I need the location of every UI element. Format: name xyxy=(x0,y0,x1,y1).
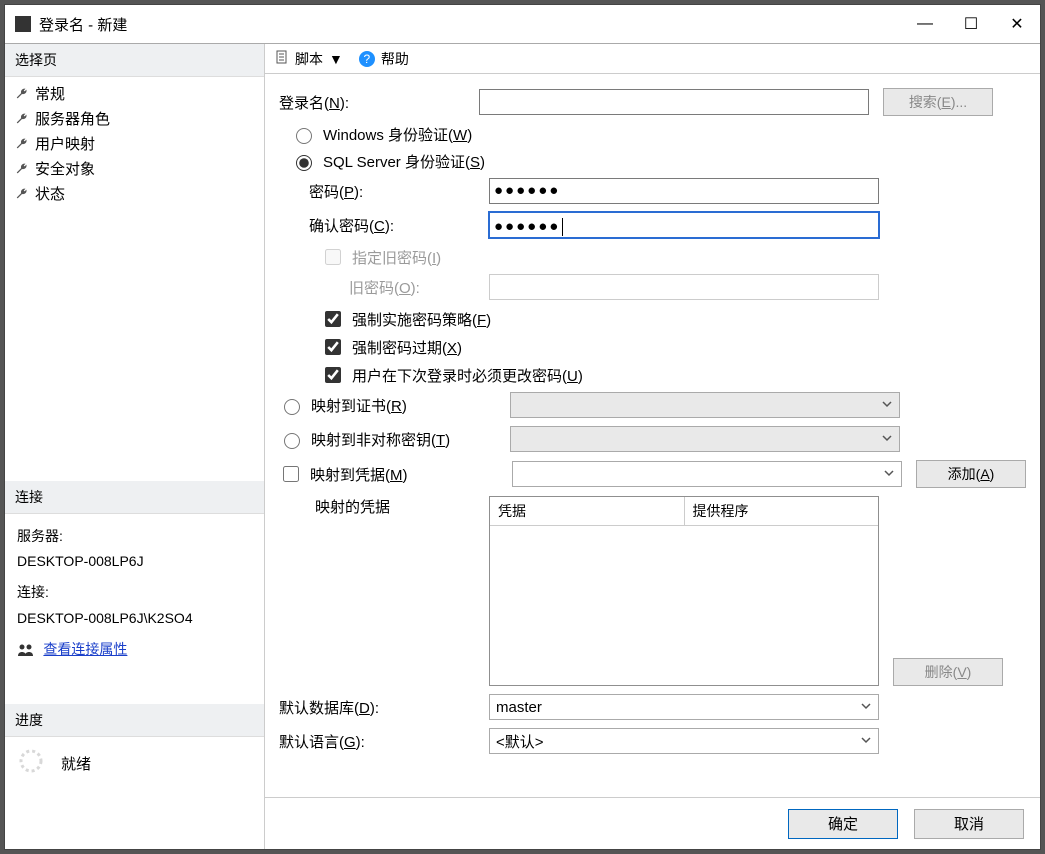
people-icon xyxy=(17,641,35,657)
app-icon xyxy=(15,16,31,32)
page-general-label: 常规 xyxy=(35,83,65,104)
maximize-button[interactable]: ☐ xyxy=(948,8,994,40)
server-label: 服务器: xyxy=(17,524,252,549)
enforce-policy-checkbox[interactable] xyxy=(325,311,341,327)
specify-old-password-label: 指定旧密码(I) xyxy=(352,247,441,268)
progress-status: 就绪 xyxy=(61,753,91,774)
form: 登录名(N): 搜索(E)... Windows 身份验证(W) SQL Ser… xyxy=(265,74,1040,797)
confirm-password-input[interactable]: ●●●●●● xyxy=(489,212,879,238)
default-lang-label: 默认语言(G): xyxy=(279,731,479,752)
password-label: 密码(P): xyxy=(309,181,479,202)
dropdown-arrow-icon[interactable]: ▼ xyxy=(329,51,343,67)
windows-auth-radio[interactable] xyxy=(296,128,312,144)
asym-combo[interactable] xyxy=(510,426,900,452)
chevron-down-icon xyxy=(881,397,893,414)
page-server-roles[interactable]: 服务器角色 xyxy=(11,106,258,131)
wrench-icon xyxy=(15,137,29,151)
wrench-icon xyxy=(15,87,29,101)
connection-label: 连接: xyxy=(17,580,252,605)
login-new-window: 登录名 - 新建 — ☐ ✕ 选择页 常规 服务器角色 用户映射 安全对象 状态… xyxy=(4,4,1041,850)
chevron-down-icon xyxy=(883,466,895,483)
text-cursor xyxy=(562,218,563,236)
wrench-icon xyxy=(15,112,29,126)
page-securables[interactable]: 安全对象 xyxy=(11,156,258,181)
page-securables-label: 安全对象 xyxy=(35,158,95,179)
view-connection-properties-link[interactable]: 查看连接属性 xyxy=(43,643,127,658)
sidebar-head-progress: 进度 xyxy=(5,704,264,737)
search-button[interactable]: 搜索(E)... xyxy=(883,88,993,116)
footer: 确定 取消 xyxy=(265,797,1040,849)
mapped-creds-table[interactable]: 凭据 提供程序 xyxy=(489,496,879,686)
page-status[interactable]: 状态 xyxy=(11,181,258,206)
enforce-policy-label: 强制实施密码策略(F) xyxy=(352,309,491,330)
old-password-input xyxy=(489,274,879,300)
wrench-icon xyxy=(15,187,29,201)
password-input[interactable]: ●●●●●● xyxy=(489,178,879,204)
cancel-button[interactable]: 取消 xyxy=(914,809,1024,839)
sidebar: 选择页 常规 服务器角色 用户映射 安全对象 状态 连接 服务器: DESKTO… xyxy=(5,44,265,849)
default-lang-combo[interactable]: <默认> xyxy=(489,728,879,754)
cred-col-provider: 提供程序 xyxy=(685,497,879,526)
mapped-creds-label: 映射的凭据 xyxy=(315,496,479,517)
enforce-expire-checkbox[interactable] xyxy=(325,339,341,355)
map-to-cert-radio[interactable] xyxy=(284,399,300,415)
connection-value: DESKTOP-008LP6J\K2SO4 xyxy=(17,606,252,631)
map-to-cred-label: 映射到凭据(M) xyxy=(310,464,408,485)
remove-button[interactable]: 删除(V) xyxy=(893,658,1003,686)
login-name-input[interactable] xyxy=(479,89,869,115)
titlebar: 登录名 - 新建 — ☐ ✕ xyxy=(5,5,1040,43)
cred-col-credential: 凭据 xyxy=(490,497,685,526)
progress-panel: 就绪 xyxy=(5,737,264,789)
page-user-map[interactable]: 用户映射 xyxy=(11,131,258,156)
sql-auth-label: SQL Server 身份验证(S) xyxy=(323,151,485,172)
must-change-label: 用户在下次登录时必须更改密码(U) xyxy=(352,365,583,386)
map-to-cert-label: 映射到证书(R) xyxy=(311,395,407,416)
map-to-asym-label: 映射到非对称密钥(T) xyxy=(311,429,450,450)
sidebar-head-select-page: 选择页 xyxy=(5,44,264,77)
must-change-checkbox[interactable] xyxy=(325,367,341,383)
confirm-password-label: 确认密码(C): xyxy=(309,215,479,236)
windows-auth-label: Windows 身份验证(W) xyxy=(323,124,472,145)
script-icon xyxy=(275,50,289,67)
cred-combo[interactable] xyxy=(512,461,902,487)
default-db-combo[interactable]: master xyxy=(489,694,879,720)
window-title: 登录名 - 新建 xyxy=(39,14,127,35)
script-dropdown[interactable]: 脚本 xyxy=(295,49,323,69)
wrench-icon xyxy=(15,162,29,176)
page-general[interactable]: 常规 xyxy=(11,81,258,106)
default-db-label: 默认数据库(D): xyxy=(279,697,479,718)
connection-panel: 服务器: DESKTOP-008LP6J 连接: DESKTOP-008LP6J… xyxy=(5,514,264,674)
close-button[interactable]: ✕ xyxy=(994,8,1040,40)
minimize-button[interactable]: — xyxy=(902,8,948,40)
page-user-map-label: 用户映射 xyxy=(35,133,95,154)
page-status-label: 状态 xyxy=(35,183,65,204)
main: 脚本 ▼ ? 帮助 登录名(N): 搜索(E)... Windows 身份验证(… xyxy=(265,44,1040,849)
help-button[interactable]: 帮助 xyxy=(381,49,409,69)
sidebar-head-connection: 连接 xyxy=(5,481,264,514)
add-button[interactable]: 添加(A) xyxy=(916,460,1026,488)
content: 选择页 常规 服务器角色 用户映射 安全对象 状态 连接 服务器: DESKTO… xyxy=(5,43,1040,849)
chevron-down-icon xyxy=(860,699,872,716)
cert-combo[interactable] xyxy=(510,392,900,418)
specify-old-password-checkbox xyxy=(325,249,341,265)
chevron-down-icon xyxy=(881,431,893,448)
enforce-expire-label: 强制密码过期(X) xyxy=(352,337,462,358)
server-value: DESKTOP-008LP6J xyxy=(17,549,252,574)
main-toolbar: 脚本 ▼ ? 帮助 xyxy=(265,44,1040,74)
page-server-roles-label: 服务器角色 xyxy=(35,108,110,129)
map-to-asym-radio[interactable] xyxy=(284,433,300,449)
spinner-icon xyxy=(17,747,45,779)
ok-button[interactable]: 确定 xyxy=(788,809,898,839)
sql-auth-radio[interactable] xyxy=(296,155,312,171)
old-password-label: 旧密码(O): xyxy=(349,277,479,298)
chevron-down-icon xyxy=(860,733,872,750)
help-icon: ? xyxy=(359,51,375,67)
map-to-cred-checkbox[interactable] xyxy=(283,466,299,482)
login-name-label: 登录名(N): xyxy=(279,92,479,113)
sidebar-pages: 常规 服务器角色 用户映射 安全对象 状态 xyxy=(5,77,264,210)
